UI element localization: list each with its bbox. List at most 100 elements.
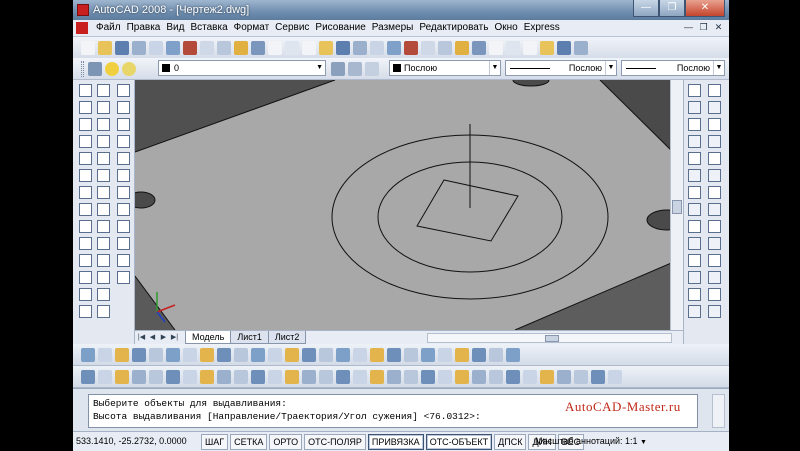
ucs-object-icon[interactable] <box>117 152 130 165</box>
3d-array-icon[interactable] <box>438 370 452 384</box>
plot-icon[interactable] <box>540 41 554 55</box>
preview-icon[interactable] <box>149 41 163 55</box>
layer-manager-icon[interactable] <box>88 62 102 76</box>
next-tab-icon[interactable]: ▶ <box>159 333 168 342</box>
layer-states-icon[interactable] <box>365 62 379 76</box>
save-icon[interactable] <box>523 41 537 55</box>
move-icon[interactable] <box>97 169 110 182</box>
helix-icon[interactable] <box>217 370 231 384</box>
intersect-icon[interactable] <box>370 370 384 384</box>
polyline-icon[interactable] <box>79 118 92 131</box>
wedge-icon[interactable] <box>688 101 701 114</box>
ucs-z-axis-icon[interactable] <box>117 203 130 216</box>
snap-button[interactable]: ШАГ <box>201 434 229 450</box>
fillet-icon[interactable] <box>97 305 110 318</box>
pan-icon[interactable] <box>302 41 316 55</box>
continuous-orbit-icon[interactable] <box>708 152 721 165</box>
construction-line-icon[interactable] <box>79 101 92 114</box>
menu-item-8[interactable]: Редактировать <box>416 22 491 33</box>
color-combo[interactable]: Послою ▼ <box>389 60 501 76</box>
3d-orbit-icon[interactable] <box>708 118 721 131</box>
torus-icon[interactable] <box>183 370 197 384</box>
line-icon[interactable] <box>79 84 92 97</box>
extend-icon[interactable] <box>97 254 110 267</box>
publish-icon[interactable] <box>574 41 588 55</box>
array-icon[interactable] <box>97 152 110 165</box>
fly-icon[interactable] <box>708 220 721 233</box>
subtract-icon[interactable] <box>98 348 112 362</box>
vertical-scroll-thumb[interactable] <box>672 200 682 214</box>
delete-faces-icon[interactable] <box>183 348 197 362</box>
menu-item-10[interactable]: Express <box>521 22 563 33</box>
close-button[interactable]: ✕ <box>685 0 725 17</box>
intersect-icon[interactable] <box>115 348 129 362</box>
ducs-button[interactable]: ДПСК <box>494 434 527 450</box>
adjust-distance-icon[interactable] <box>708 169 721 182</box>
zoom-window-icon[interactable] <box>336 41 350 55</box>
polysolid-icon[interactable] <box>523 370 537 384</box>
copy-icon[interactable] <box>200 41 214 55</box>
section-plane-icon[interactable] <box>489 370 503 384</box>
toolbar-grip[interactable] <box>81 61 84 77</box>
menu-item-2[interactable]: Вид <box>163 22 187 33</box>
tab-model[interactable]: Модель <box>185 331 232 344</box>
walk-icon[interactable] <box>708 203 721 216</box>
design-center-icon[interactable] <box>387 41 401 55</box>
cylinder-icon[interactable] <box>166 370 180 384</box>
render-icon[interactable] <box>708 288 721 301</box>
move-faces-icon[interactable] <box>455 348 469 362</box>
loft-icon[interactable] <box>688 305 701 318</box>
copy-edges-icon[interactable] <box>285 348 299 362</box>
extrude-icon[interactable] <box>688 237 701 250</box>
menu-item-9[interactable]: Окно <box>491 22 520 33</box>
drawing-viewport[interactable] <box>135 80 683 330</box>
color-edges-icon[interactable] <box>268 348 282 362</box>
polygon-icon[interactable] <box>79 135 92 148</box>
delete-faces-icon[interactable] <box>489 348 503 362</box>
first-tab-icon[interactable]: |◀ <box>137 333 146 342</box>
ortho-button[interactable]: ОРТО <box>269 434 303 450</box>
sphere-icon[interactable] <box>688 135 701 148</box>
separate-icon[interactable] <box>336 348 350 362</box>
trim-icon[interactable] <box>97 237 110 250</box>
cylinder-icon[interactable] <box>608 370 622 384</box>
ucs-origin-icon[interactable] <box>117 186 130 199</box>
box-icon[interactable] <box>688 84 701 97</box>
cone-icon[interactable] <box>132 370 146 384</box>
vertical-scrollbar[interactable] <box>670 80 683 330</box>
ucs-icon[interactable] <box>117 84 130 97</box>
torus-icon[interactable] <box>688 169 701 182</box>
block-editor-icon[interactable] <box>251 41 265 55</box>
check-icon[interactable] <box>370 348 384 362</box>
stretch-icon[interactable] <box>97 220 110 233</box>
ucs-3point-icon[interactable] <box>117 220 130 233</box>
plot-icon[interactable] <box>132 41 146 55</box>
drawing-canvas[interactable] <box>135 80 683 330</box>
horizontal-scrollbar[interactable] <box>427 333 672 343</box>
3d-rotate-icon[interactable] <box>404 370 418 384</box>
arc-icon[interactable] <box>79 169 92 182</box>
menu-item-7[interactable]: Размеры <box>369 22 417 33</box>
3d-pan-icon[interactable] <box>708 84 721 97</box>
extrude-faces-icon[interactable] <box>132 348 146 362</box>
new-file-icon[interactable] <box>81 41 95 55</box>
shell-icon[interactable] <box>353 348 367 362</box>
insert-block-icon[interactable] <box>79 271 92 284</box>
presspull-icon[interactable] <box>688 254 701 267</box>
intersect-icon[interactable] <box>421 348 435 362</box>
layer-combo[interactable]: 0 ▼ <box>158 60 326 76</box>
3d-align-icon[interactable] <box>421 370 435 384</box>
quickcalc-icon[interactable] <box>455 41 469 55</box>
subtract-icon[interactable] <box>353 370 367 384</box>
new-file-icon[interactable] <box>489 41 503 55</box>
circle-icon[interactable] <box>79 186 92 199</box>
undo-icon[interactable] <box>268 41 282 55</box>
revolve-icon[interactable] <box>302 370 316 384</box>
material-icon[interactable] <box>708 254 721 267</box>
maximize-button[interactable]: ❐ <box>659 0 685 17</box>
revision-cloud-icon[interactable] <box>79 203 92 216</box>
ucs-previous-icon[interactable] <box>117 118 130 131</box>
rotate-icon[interactable] <box>97 186 110 199</box>
wedge-icon[interactable] <box>557 370 571 384</box>
horizontal-scroll-thumb[interactable] <box>545 335 559 342</box>
